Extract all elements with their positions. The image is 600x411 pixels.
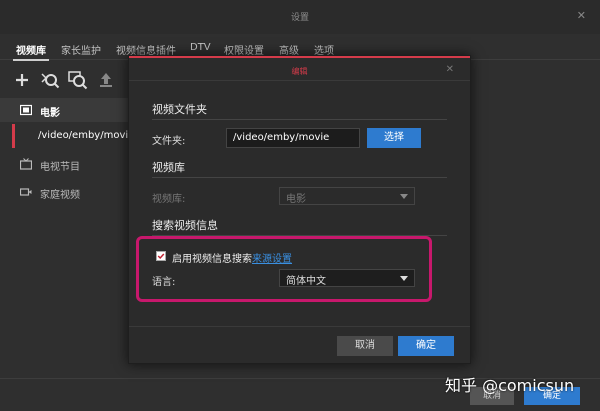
film-icon — [19, 104, 33, 116]
folder-label: 文件夹: — [152, 136, 186, 147]
watermark-text: 知乎 @comicsun — [445, 376, 575, 395]
highlight-annotation-box — [136, 236, 432, 302]
section-divider — [152, 177, 447, 178]
window-close-icon[interactable]: ✕ — [577, 9, 586, 22]
library-item-tv[interactable]: 电视节目 — [0, 152, 132, 176]
library-type-select: 电影 — [279, 187, 415, 205]
folder-path-field[interactable]: /video/emby/movie — [226, 128, 360, 148]
library-section-title: 视频库 — [152, 161, 185, 174]
library-item-movies[interactable]: 电影 — [0, 98, 132, 122]
library-item-label: 电视节目 — [40, 162, 80, 173]
dialog-title: 编辑 — [291, 67, 308, 76]
section-divider — [152, 119, 447, 120]
tab-parental-control[interactable]: 家长监护 — [61, 42, 101, 57]
tab-dtv[interactable]: DTV — [190, 42, 211, 53]
dialog-header-divider — [129, 80, 470, 81]
library-toolbar — [0, 66, 140, 94]
library-item-label: 电影 — [40, 108, 60, 119]
dialog-footer-divider — [129, 326, 470, 327]
dialog-close-icon[interactable]: ✕ — [446, 64, 454, 75]
dialog-cancel-button[interactable]: 取消 — [337, 336, 393, 356]
metadata-section-title: 搜索视频信息 — [152, 219, 218, 232]
folder-section-title: 视频文件夹 — [152, 103, 207, 116]
edit-library-dialog: 编辑 ✕ 视频文件夹 文件夹: /video/emby/movie 选择 视频库… — [128, 55, 471, 364]
video-camera-icon — [19, 186, 32, 198]
window-title: 设置 — [290, 13, 309, 23]
upload-icon[interactable] — [96, 70, 116, 90]
tv-icon — [19, 158, 33, 170]
library-item-home-videos[interactable]: 家庭视频 — [0, 180, 132, 204]
library-folder-movies[interactable]: /video/emby/movie — [0, 124, 135, 148]
dialog-ok-button[interactable]: 确定 — [398, 336, 454, 356]
choose-folder-button[interactable]: 选择 — [367, 128, 421, 148]
library-type-label: 视频库: — [152, 194, 186, 205]
add-icon[interactable] — [12, 70, 32, 90]
selected-indicator — [12, 124, 15, 148]
tab-video-library[interactable]: 视频库 — [16, 42, 46, 57]
search-metadata-icon[interactable] — [40, 70, 60, 90]
library-folder-path: /video/emby/movie — [38, 130, 135, 141]
library-type-value: 电影 — [286, 194, 306, 205]
dialog-accent-line — [129, 56, 470, 58]
chevron-down-icon — [400, 194, 408, 199]
window-titlebar: 设置 ✕ — [0, 0, 600, 34]
library-item-label: 家庭视频 — [40, 190, 80, 201]
refresh-metadata-icon[interactable] — [68, 70, 88, 90]
active-tab-indicator — [13, 59, 49, 61]
